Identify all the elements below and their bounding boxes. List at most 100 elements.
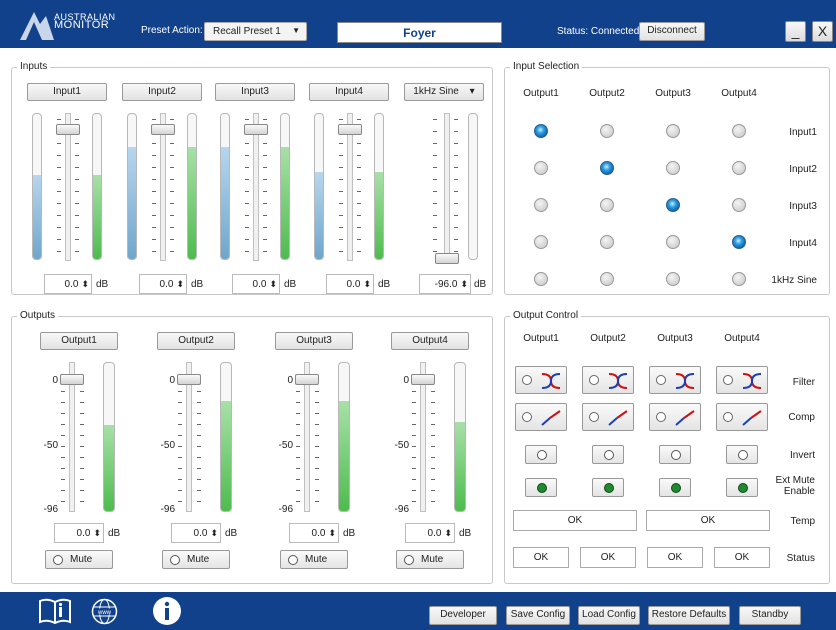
output-gain-spinbox[interactable]: 0.0 ⬍: [171, 523, 221, 543]
routing-radio[interactable]: [732, 161, 746, 175]
inputs-panel: Inputs: [11, 61, 493, 295]
filter-toggle-button[interactable]: [582, 366, 634, 394]
routing-radio[interactable]: [666, 124, 680, 138]
routing-radio[interactable]: [534, 198, 548, 212]
input-channel-button[interactable]: Input1: [27, 83, 107, 101]
comp-toggle-button[interactable]: [582, 403, 634, 431]
venue-title-field[interactable]: Foyer: [337, 22, 502, 43]
fader-scale-label: -96: [43, 504, 58, 515]
compressor-curve-icon: [541, 410, 561, 426]
output-fader-thumb[interactable]: [60, 374, 84, 385]
routing-radio[interactable]: [600, 161, 614, 175]
output-gain-spinbox[interactable]: 0.0 ⬍: [54, 523, 104, 543]
input-channel-button[interactable]: Input4: [309, 83, 389, 101]
preset-dropdown[interactable]: Recall Preset 1 ▼: [204, 22, 307, 41]
routing-radio[interactable]: [732, 124, 746, 138]
comp-toggle-button[interactable]: [649, 403, 701, 431]
input-channel-button[interactable]: Input3: [215, 83, 295, 101]
mute-button[interactable]: Mute: [396, 550, 464, 569]
comp-toggle-button[interactable]: [716, 403, 768, 431]
ext-mute-toggle-button[interactable]: [659, 478, 691, 497]
routing-radio[interactable]: [600, 235, 614, 249]
chevron-down-icon: ▾: [466, 86, 475, 97]
routing-radio[interactable]: [666, 198, 680, 212]
routing-radio[interactable]: [534, 272, 548, 286]
routing-radio[interactable]: [666, 272, 680, 286]
routing-radio[interactable]: [534, 124, 548, 138]
sine-gain-spinbox[interactable]: -96.0 ⬍: [419, 274, 471, 294]
routing-radio[interactable]: [534, 161, 548, 175]
standby-button[interactable]: Standby: [739, 606, 801, 625]
routing-radio[interactable]: [600, 272, 614, 286]
minimize-button[interactable]: _: [785, 21, 806, 42]
ext-mute-toggle-button[interactable]: [525, 478, 557, 497]
spin-arrows-icon: ⬍: [328, 528, 336, 538]
fader-scale-label: 0: [52, 375, 58, 386]
routing-radio[interactable]: [732, 235, 746, 249]
input-fader-thumb[interactable]: [56, 124, 80, 135]
invert-toggle-button[interactable]: [726, 445, 758, 464]
filter-toggle-button[interactable]: [649, 366, 701, 394]
input-fader-thumb[interactable]: [151, 124, 175, 135]
mute-button[interactable]: Mute: [45, 550, 113, 569]
ext-mute-toggle-button[interactable]: [592, 478, 624, 497]
sine-generator-dropdown[interactable]: 1kHz Sine ▾: [404, 83, 484, 101]
output-channel-button[interactable]: Output1: [40, 332, 118, 350]
selection-row-label: Input1: [789, 127, 817, 138]
spin-arrows-icon: ⬍: [363, 279, 371, 289]
manual-book-icon[interactable]: [38, 598, 72, 624]
input-gain-spinbox[interactable]: 0.0 ⬍: [139, 274, 187, 294]
mute-indicator-icon: [170, 555, 180, 565]
output-fader-thumb[interactable]: [177, 374, 201, 385]
input-gain-spinbox[interactable]: 0.0 ⬍: [232, 274, 280, 294]
filter-toggle-button[interactable]: [716, 366, 768, 394]
selection-row-label: Input3: [789, 201, 817, 212]
input-fader-track: [160, 113, 166, 261]
output-channel-button[interactable]: Output2: [157, 332, 235, 350]
input-level-meter-blue: [314, 113, 324, 260]
ext-mute-toggle-button[interactable]: [726, 478, 758, 497]
info-icon[interactable]: [152, 596, 182, 626]
output-fader-thumb[interactable]: [411, 374, 435, 385]
routing-radio[interactable]: [666, 235, 680, 249]
restore-defaults-button[interactable]: Restore Defaults: [648, 606, 730, 625]
input-gain-spinbox[interactable]: 0.0 ⬍: [44, 274, 92, 294]
invert-toggle-button[interactable]: [592, 445, 624, 464]
developer-button[interactable]: Developer: [429, 606, 497, 625]
close-button[interactable]: X: [812, 21, 833, 42]
spin-arrows-icon: ⬍: [176, 279, 184, 289]
spin-arrows-icon: ⬍: [210, 528, 218, 538]
routing-radio[interactable]: [732, 198, 746, 212]
save-config-button[interactable]: Save Config: [506, 606, 570, 625]
routing-radio[interactable]: [666, 161, 680, 175]
control-column-header: Output1: [523, 333, 559, 344]
load-config-button[interactable]: Load Config: [578, 606, 640, 625]
filter-toggle-button[interactable]: [515, 366, 567, 394]
invert-toggle-button[interactable]: [525, 445, 557, 464]
input-fader-thumb[interactable]: [338, 124, 362, 135]
routing-radio[interactable]: [600, 198, 614, 212]
comp-toggle-button[interactable]: [515, 403, 567, 431]
output-channel-button[interactable]: Output4: [391, 332, 469, 350]
website-globe-icon[interactable]: www: [91, 598, 118, 625]
input-level-meter-blue: [127, 113, 137, 260]
mute-button[interactable]: Mute: [280, 550, 348, 569]
compressor-curve-icon: [742, 410, 762, 426]
mute-button[interactable]: Mute: [162, 550, 230, 569]
disconnect-button[interactable]: Disconnect: [639, 22, 705, 41]
input-fader-thumb[interactable]: [244, 124, 268, 135]
input-channel-button[interactable]: Input2: [122, 83, 202, 101]
input-gain-spinbox[interactable]: 0.0 ⬍: [326, 274, 374, 294]
output-level-meter: [454, 362, 466, 512]
output-gain-spinbox[interactable]: 0.0 ⬍: [405, 523, 455, 543]
output-channel-button[interactable]: Output3: [275, 332, 353, 350]
invert-toggle-button[interactable]: [659, 445, 691, 464]
routing-radio[interactable]: [534, 235, 548, 249]
routing-radio[interactable]: [732, 272, 746, 286]
brand-logo-icon: [20, 12, 54, 40]
output-gain-spinbox[interactable]: 0.0 ⬍: [289, 523, 339, 543]
routing-radio[interactable]: [600, 124, 614, 138]
brand-logo-text: AUSTRALIAN MONITOR: [54, 12, 116, 31]
sine-fader-thumb[interactable]: [435, 253, 459, 264]
output-fader-thumb[interactable]: [295, 374, 319, 385]
